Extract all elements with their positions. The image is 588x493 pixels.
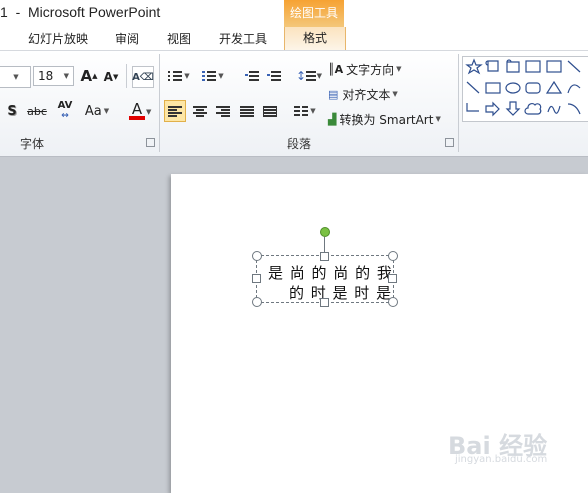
bullets-icon xyxy=(168,70,183,82)
font-name-box[interactable]: ▼ xyxy=(0,66,31,88)
resize-handle-bottom[interactable] xyxy=(320,298,329,307)
line-spacing-button[interactable]: ↕ ▼ xyxy=(296,66,322,86)
line-shape-icon xyxy=(567,60,581,73)
textbox-line-2: 的 时 是 时 是 xyxy=(289,284,393,302)
shrink-font-icon: A xyxy=(103,70,113,84)
scroll-shape-icon xyxy=(485,60,499,72)
text-direction-icon: ║A xyxy=(328,62,344,76)
double-arrow-icon: ↔ xyxy=(61,111,69,121)
font-dialog-launcher-icon[interactable] xyxy=(146,138,155,147)
clear-formatting-icon: A⌫ xyxy=(132,71,154,83)
resize-handle-bottom-right[interactable] xyxy=(388,297,398,307)
convert-to-smartart-button[interactable]: ▟ 转换为 SmartArt ▼ xyxy=(328,109,452,129)
grow-font-icon: A xyxy=(80,67,93,85)
align-text-label: 对齐文本 xyxy=(342,87,391,102)
rotation-handle[interactable] xyxy=(320,227,330,237)
elbow-connector-icon xyxy=(466,103,479,112)
vertical-textbox-icon xyxy=(546,60,562,73)
convert-smartart-label: 转换为 SmartArt xyxy=(339,112,434,127)
increase-indent-button[interactable] xyxy=(265,66,283,86)
align-right-button[interactable] xyxy=(213,100,233,122)
cloud-shape-icon xyxy=(524,103,542,115)
shapes-gallery-icons xyxy=(465,58,581,117)
font-size-box[interactable]: 18 ▼ xyxy=(33,66,74,86)
rounded-rectangle-icon xyxy=(525,82,541,94)
triangle-shape-icon xyxy=(545,80,563,94)
context-tab-group-label: 绘图工具 xyxy=(289,6,338,20)
align-right-icon xyxy=(216,105,230,117)
smartart-icon: ▟ xyxy=(328,112,337,126)
align-text-icon: ▤ xyxy=(328,87,339,101)
justify-icon xyxy=(240,105,254,117)
change-case-icon: Aa xyxy=(84,103,102,119)
resize-handle-top-right[interactable] xyxy=(388,251,398,261)
paragraph-group-label: 段落 xyxy=(287,137,312,151)
shrink-font-button[interactable]: A ▼ xyxy=(102,68,120,86)
arc-shape-icon xyxy=(567,103,581,115)
decrease-indent-icon xyxy=(245,70,259,82)
chevron-down-icon: ▼ xyxy=(63,72,69,80)
resize-handle-top-left[interactable] xyxy=(252,251,262,261)
scroll-horizontal-icon xyxy=(506,59,520,73)
clear-formatting-button[interactable]: A⌫ xyxy=(132,66,154,88)
strikethrough-button[interactable]: abc xyxy=(26,101,48,121)
resize-handle-right[interactable] xyxy=(388,274,397,283)
font-size-value: 18 xyxy=(38,69,54,83)
character-spacing-button[interactable]: AV ↔ xyxy=(52,99,78,123)
watermark-url: jingyan.baidu.com xyxy=(455,454,548,465)
text-direction-label: 文字方向 xyxy=(346,62,395,77)
scribble-shape-icon xyxy=(547,105,561,114)
align-center-button[interactable] xyxy=(190,100,210,122)
tab-developer[interactable]: 开发工具 xyxy=(219,30,267,47)
numbering-button[interactable]: ▼ xyxy=(199,66,227,86)
align-left-icon xyxy=(168,105,182,117)
tab-format-label: 格式 xyxy=(302,31,327,45)
character-spacing-icon: AV xyxy=(57,100,73,111)
distributed-icon xyxy=(263,105,277,117)
align-center-icon xyxy=(193,105,207,117)
shadow-icon: S xyxy=(7,103,17,119)
line-diagonal-icon xyxy=(466,81,480,94)
curve-shape-icon xyxy=(567,84,581,94)
tab-view[interactable]: 视图 xyxy=(167,30,191,47)
down-arrow-shape-icon xyxy=(505,101,521,116)
line-spacing-icon: ↕ xyxy=(296,69,307,83)
bullets-button[interactable]: ▼ xyxy=(166,66,192,86)
decrease-indent-button[interactable] xyxy=(243,66,261,86)
resize-handle-top[interactable] xyxy=(320,252,329,261)
resize-handle-left[interactable] xyxy=(252,274,261,283)
tab-format[interactable]: 格式 xyxy=(284,27,346,50)
textbox-line-1: 是 尚 的 尚 的 我 xyxy=(268,264,393,282)
rectangle-shape-icon xyxy=(485,82,501,94)
align-text-button[interactable]: ▤ 对齐文本 ▼ xyxy=(328,84,414,104)
oval-shape-icon xyxy=(505,82,521,94)
star-shape-icon xyxy=(465,58,483,75)
increase-indent-icon xyxy=(267,70,281,82)
font-group-label: 字体 xyxy=(20,137,45,151)
tab-review[interactable]: 审阅 xyxy=(115,30,139,47)
distributed-button[interactable] xyxy=(260,100,280,122)
text-direction-button[interactable]: ║A 文字方向 ▼ xyxy=(328,59,414,79)
drawing-tools-context-header: 绘图工具 xyxy=(284,0,344,27)
textbox-shape-icon xyxy=(525,60,541,73)
font-color-dropdown-icon[interactable]: ▼ xyxy=(146,108,151,116)
shadow-button[interactable]: S xyxy=(5,101,19,121)
grow-font-button[interactable]: A ▲ xyxy=(80,66,98,86)
tab-slide-show[interactable]: 幻灯片放映 xyxy=(28,30,88,47)
window-title: 1 - Microsoft PowerPoint xyxy=(0,4,161,20)
change-case-button[interactable]: Aa ▼ xyxy=(83,101,111,121)
numbering-icon xyxy=(202,70,217,82)
columns-button[interactable]: ▼ xyxy=(292,100,318,122)
paragraph-dialog-launcher-icon[interactable] xyxy=(445,138,454,147)
resize-handle-bottom-left[interactable] xyxy=(252,297,262,307)
strikethrough-icon: abc xyxy=(27,104,47,118)
font-color-icon: A xyxy=(131,100,143,118)
font-color-swatch xyxy=(129,116,145,120)
align-left-button[interactable] xyxy=(164,100,186,122)
columns-icon xyxy=(294,105,309,117)
right-arrow-shape-icon xyxy=(485,101,500,117)
justify-button[interactable] xyxy=(237,100,257,122)
